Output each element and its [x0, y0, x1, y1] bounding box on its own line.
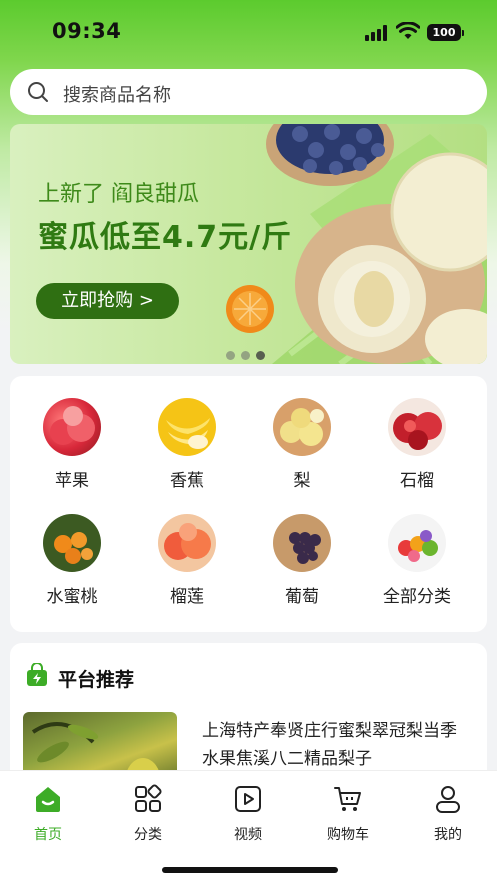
wifi-icon — [396, 22, 420, 39]
promo-banner[interactable]: 上新了 阎良甜瓜 蜜瓜低至4.7元/斤 立即抢购 > — [10, 124, 487, 364]
product-title[interactable]: 上海特产奉贤庄行蜜梨翠冠梨当季水果焦溪八二精品梨子 — [202, 717, 468, 773]
tab-video[interactable]: 视频 — [208, 771, 288, 844]
carousel-dot[interactable] — [241, 351, 250, 360]
home-icon — [36, 787, 60, 812]
category-item-pear[interactable]: 梨 — [262, 398, 342, 491]
category-label: 香蕉 — [170, 471, 204, 491]
carousel-indicator[interactable] — [226, 345, 271, 364]
battery-icon: 100 — [427, 24, 464, 41]
peach-icon — [158, 514, 216, 572]
category-icon — [135, 784, 162, 812]
tab-home[interactable]: 首页 — [8, 771, 88, 844]
orange-tree-icon — [43, 514, 101, 572]
section-title: 平台推荐 — [58, 669, 135, 691]
carousel-dot[interactable] — [226, 351, 235, 360]
signal-icon — [365, 25, 389, 41]
search-bar[interactable]: 搜索商品名称 — [10, 69, 487, 115]
home-indicator — [162, 867, 338, 873]
banner-title: 蜜瓜低至4.7元/斤 — [38, 220, 293, 255]
tab-label: 视频 — [234, 827, 262, 843]
status-time: 09:34 — [52, 19, 122, 43]
category-label: 全部分类 — [383, 587, 451, 607]
pear-icon — [273, 398, 331, 456]
category-label: 葡萄 — [285, 587, 319, 607]
search-input[interactable]: 搜索商品名称 — [63, 81, 171, 107]
category-label: 水蜜桃 — [46, 587, 98, 607]
category-item-banana[interactable]: 香蕉 — [147, 398, 227, 491]
buy-now-button[interactable]: 立即抢购 > — [36, 283, 179, 319]
category-item-grapes[interactable]: 葡萄 — [262, 514, 342, 607]
tab-label: 首页 — [34, 827, 62, 843]
shopping-bag-bolt-icon — [27, 663, 47, 686]
category-label: 梨 — [293, 471, 311, 491]
search-icon — [28, 82, 48, 102]
tab-label: 我的 — [434, 827, 462, 843]
category-label: 榴莲 — [170, 587, 204, 607]
cart-icon — [334, 787, 361, 811]
tab-profile[interactable]: 我的 — [408, 771, 488, 844]
category-item-all[interactable]: 全部分类 — [377, 514, 457, 607]
mixed-fruit-icon — [388, 514, 446, 572]
category-item-pomegranate[interactable]: 石榴 — [377, 398, 457, 491]
tab-label: 分类 — [134, 827, 162, 843]
video-icon — [235, 786, 261, 812]
carousel-dot-active[interactable] — [256, 351, 265, 360]
tab-label: 购物车 — [327, 827, 369, 843]
category-item-durian[interactable]: 榴莲 — [147, 514, 227, 607]
category-label: 苹果 — [55, 471, 89, 491]
status-bar: 09:34 100 — [0, 0, 497, 62]
category-item-peach[interactable]: 水蜜桃 — [32, 514, 112, 607]
category-grid: 苹果 香蕉 梨 石榴 水蜜桃 榴莲 葡萄 全部分类 — [10, 376, 487, 632]
category-label: 石榴 — [400, 471, 434, 491]
pomegranate-icon — [388, 398, 446, 456]
banana-icon — [158, 398, 216, 456]
banner-subtitle: 上新了 阎良甜瓜 — [38, 182, 199, 207]
apple-icon — [43, 398, 101, 456]
tab-cart[interactable]: 购物车 — [308, 771, 388, 844]
grapes-icon — [273, 514, 331, 572]
tab-category[interactable]: 分类 — [108, 771, 188, 844]
category-item-apple[interactable]: 苹果 — [32, 398, 112, 491]
profile-icon — [436, 786, 460, 813]
